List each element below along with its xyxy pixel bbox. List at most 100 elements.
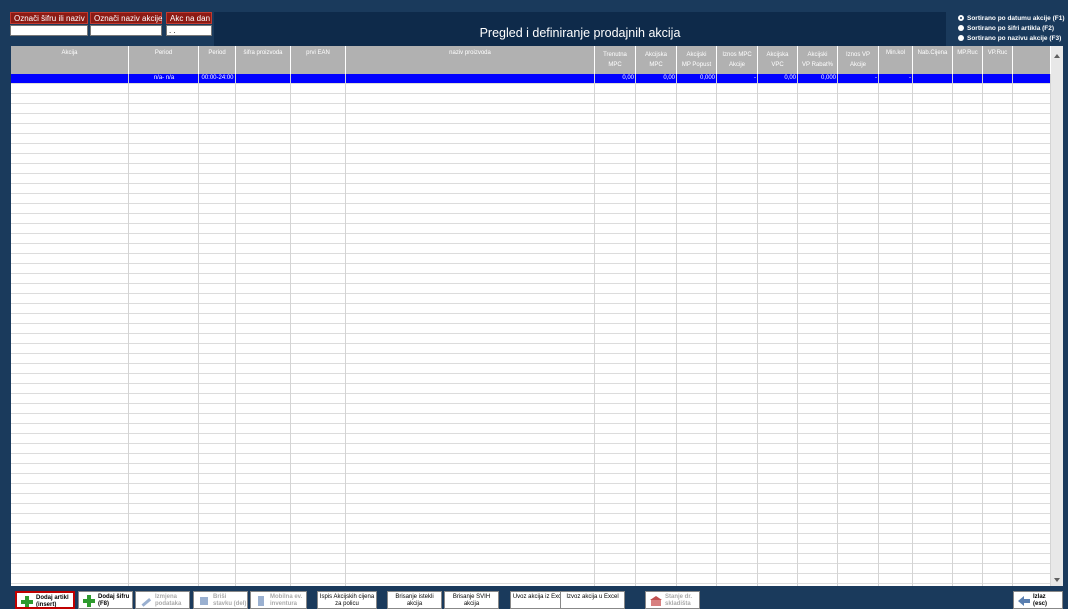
table-cell: 0,00 (784, 75, 796, 81)
column-header-line2: MP Popust (681, 62, 712, 68)
toolbar-button-3[interactable]: Izmjena podataka (135, 591, 190, 609)
column-header-13[interactable]: Min.kol (879, 46, 913, 74)
table-cell (983, 74, 1013, 83)
column-header-15[interactable]: MP.Ruc (953, 46, 983, 74)
toolbar-button-11[interactable]: Stanje dr. skladišta (645, 591, 700, 609)
column-divider (878, 74, 879, 586)
table-cell: 0,00 (622, 75, 634, 81)
table-cell (913, 74, 953, 83)
column-header-14[interactable]: Nab.Cijena (913, 46, 953, 74)
toolbar-button-label: Izvoz akcija u Excel (566, 594, 619, 600)
column-divider (982, 74, 983, 586)
grid-body: n/a- n/a 00:00-24:00 0,00 0,00 0,000 - 0,00 0,0… (11, 74, 1051, 586)
column-header-line2: VPC (771, 62, 784, 68)
column-header-line1: Period (208, 50, 226, 56)
sort-option-3[interactable]: Sortirano po nazivu akcije (F3) (956, 34, 1068, 44)
column-header-7[interactable]: Akcijska MPC (636, 46, 677, 74)
mobile-icon (255, 595, 267, 607)
column-header-line1: Iznos VP (845, 52, 870, 58)
selected-table-row[interactable]: n/a- n/a 00:00-24:00 0,00 0,00 0,000 - 0,00 0,0… (11, 74, 1051, 83)
column-header-2[interactable]: Period (199, 46, 236, 74)
column-divider (594, 74, 595, 586)
column-divider (235, 74, 236, 586)
delete-icon (198, 595, 210, 607)
column-divider (952, 74, 953, 586)
radio-selected-icon[interactable] (958, 15, 964, 22)
column-header-4[interactable]: prvi EAN (291, 46, 346, 74)
toolbar-button-10[interactable]: Izvoz akcija u Excel (560, 591, 625, 609)
action-name-label: Označi naziv akcije (90, 12, 162, 24)
column-header-0[interactable]: Akcija (11, 46, 129, 74)
exit-button-label: Izlaz (esc) (1033, 594, 1048, 607)
action-date-filter: Akc na dan (166, 12, 212, 36)
action-date-input[interactable] (166, 25, 212, 36)
vertical-scrollbar[interactable] (1051, 46, 1063, 586)
sort-option-2[interactable]: Sortirano po šifri artikla (F2) (956, 24, 1068, 34)
column-header-11[interactable]: Akcijski VP Rabat% (798, 46, 838, 74)
toolbar-button-2[interactable]: Dodaj šifru (F8) (78, 591, 133, 609)
toolbar-button-label: Dodaj šifru (F8) (98, 594, 130, 607)
column-divider (757, 74, 758, 586)
column-header-17[interactable] (1013, 46, 1051, 74)
column-header-line1: Min.kol (885, 50, 905, 56)
column-header-line1: Akcija (61, 50, 78, 56)
table-cell: 0,000 (699, 75, 715, 81)
header-bar: Označi šifru ili naziv Označi naziv akci… (0, 0, 1068, 46)
column-header-16[interactable]: VP.Ruc (983, 46, 1013, 74)
radio-icon[interactable] (958, 35, 964, 42)
grid-header: Akcija Period Period šifra proizvoda prvi EA… (11, 46, 1063, 74)
exit-button[interactable]: Izlaz (esc) (1013, 591, 1063, 609)
toolbar-button-8[interactable]: Brisanje SVIH akcija (444, 591, 499, 609)
column-header-8[interactable]: Akcijski MP Popust (677, 46, 717, 74)
scroll-up-arrow-icon[interactable] (1054, 54, 1060, 58)
column-header-3[interactable]: šifra proizvoda (236, 46, 291, 74)
column-divider (345, 74, 346, 586)
column-header-10[interactable]: Akcijska VPC (758, 46, 798, 74)
column-header-line1: Akcijski (807, 52, 828, 58)
toolbar-button-6[interactable]: Ispis Akcijskih cijena za policu (317, 591, 377, 609)
search-filter: Označi šifru ili naziv (10, 12, 88, 36)
action-name-input[interactable] (90, 25, 162, 36)
plus-icon (21, 596, 33, 607)
toolbar-button-4[interactable]: Briši stavku (del) (193, 591, 248, 609)
table-cell: - (909, 75, 911, 81)
column-divider (676, 74, 677, 586)
column-header-1[interactable]: Period (129, 46, 199, 74)
toolbar-button-label: Izmjena podataka (155, 594, 182, 607)
toolbar-button-1[interactable]: Dodaj artikl (insert) (15, 591, 75, 609)
plus-icon (83, 595, 95, 607)
column-divider (290, 74, 291, 586)
column-header-6[interactable]: Trenutna MPC (595, 46, 636, 74)
sort-option-label: Sortirano po nazivu akcije (F3) (967, 35, 1062, 42)
radio-icon[interactable] (958, 25, 964, 32)
edit-icon (140, 595, 152, 607)
column-header-line1: naziv proizvoda (449, 50, 491, 56)
column-header-line1: MP.Ruc (957, 50, 978, 56)
column-divider (912, 74, 913, 586)
table-cell (346, 74, 595, 83)
table-cell: 00:00-24:00 (201, 75, 234, 81)
table-cell: 0,000 (820, 75, 836, 81)
column-divider (635, 74, 636, 586)
table-cell: n/a- n/a (153, 75, 175, 81)
column-header-line2: Akcije (849, 62, 866, 68)
table-cell (953, 74, 983, 83)
column-header-line1: Akcijska (644, 52, 667, 58)
column-header-12[interactable]: Iznos VP Akcije (838, 46, 879, 74)
sort-option-1[interactable]: Sortirano po datumu akcije (F1) (956, 14, 1068, 24)
scroll-down-arrow-icon[interactable] (1054, 578, 1060, 582)
column-divider (1012, 74, 1013, 586)
page-title: Pregled i definiranje prodajnih akcija (479, 26, 681, 40)
toolbar-button-label: Brisanje SVIH akcija (452, 594, 491, 607)
column-header-9[interactable]: Iznos MPC Akcije (717, 46, 758, 74)
toolbar-button-5[interactable]: Mobilna ev. inventura (F7) (250, 591, 307, 609)
sort-option-label: Sortirano po datumu akcije (F1) (967, 15, 1065, 22)
table-cell (11, 74, 129, 83)
column-header-line1: prvi EAN (306, 50, 330, 56)
toolbar-button-7[interactable]: Brisanje istekli akcija (387, 591, 442, 609)
action-date-label: Akc na dan (166, 12, 212, 24)
search-input[interactable] (10, 25, 88, 36)
toolbar-button-label: Dodaj artikl (insert) (36, 595, 69, 608)
table-cell (291, 74, 346, 83)
column-header-5[interactable]: naziv proizvoda (346, 46, 595, 74)
